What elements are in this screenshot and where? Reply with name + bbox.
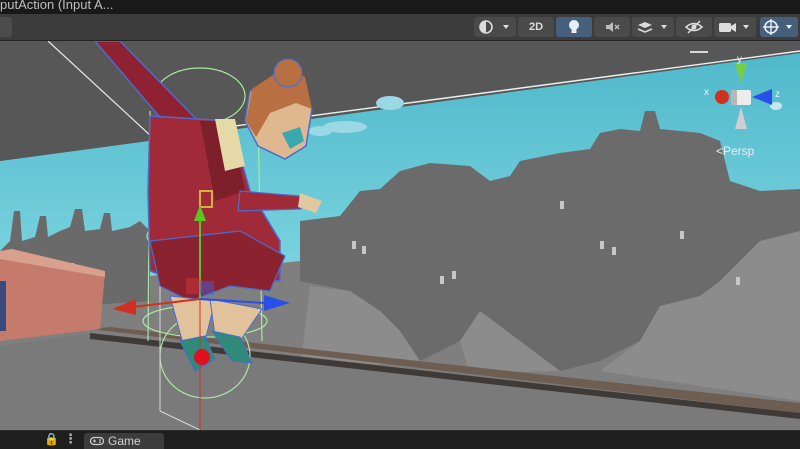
tab-game-label: Game — [108, 434, 141, 448]
scene-toolbar: 2D — [0, 14, 800, 41]
gamepad-icon — [90, 436, 104, 446]
effects-dropdown-button[interactable] — [632, 17, 674, 37]
effects-icon — [637, 22, 667, 33]
audio-mute-icon — [606, 22, 620, 32]
window-title: putAction (Input A... — [0, 0, 114, 12]
scene-viewport[interactable]: y x z <Persp — [0, 41, 800, 430]
bottom-tab-bar: 🔒 ⋮ Game — [0, 430, 800, 449]
scene-camera-button[interactable] — [714, 17, 756, 37]
window-title-bar: putAction (Input A... — [0, 0, 800, 14]
lighting-toggle-button[interactable] — [556, 17, 592, 37]
gizmo-z-label: z — [775, 89, 780, 100]
lighting-icon — [569, 20, 579, 33]
draw-mode-button[interactable] — [474, 17, 516, 37]
scene-visibility-button[interactable] — [676, 17, 712, 37]
tab-game[interactable]: Game — [84, 433, 164, 449]
projection-label[interactable]: <Persp — [716, 144, 754, 158]
lock-icon[interactable]: 🔒 — [44, 432, 59, 446]
toggle-2d-button[interactable]: 2D — [518, 17, 554, 37]
visibility-icon — [685, 20, 703, 34]
panel-menu-icon[interactable]: ⋮ — [64, 431, 77, 447]
gizmos-dropdown-button[interactable] — [760, 17, 798, 37]
audio-toggle-button[interactable] — [594, 17, 630, 37]
scene-view-canvas — [0, 41, 800, 430]
toolbar-left-dropdown[interactable] — [0, 17, 12, 37]
gizmos-icon — [763, 19, 792, 35]
draw-mode-icon — [479, 20, 509, 34]
gizmo-y-label: y — [737, 54, 742, 65]
camera-icon — [719, 23, 749, 32]
gizmo-x-label: x — [704, 87, 709, 98]
